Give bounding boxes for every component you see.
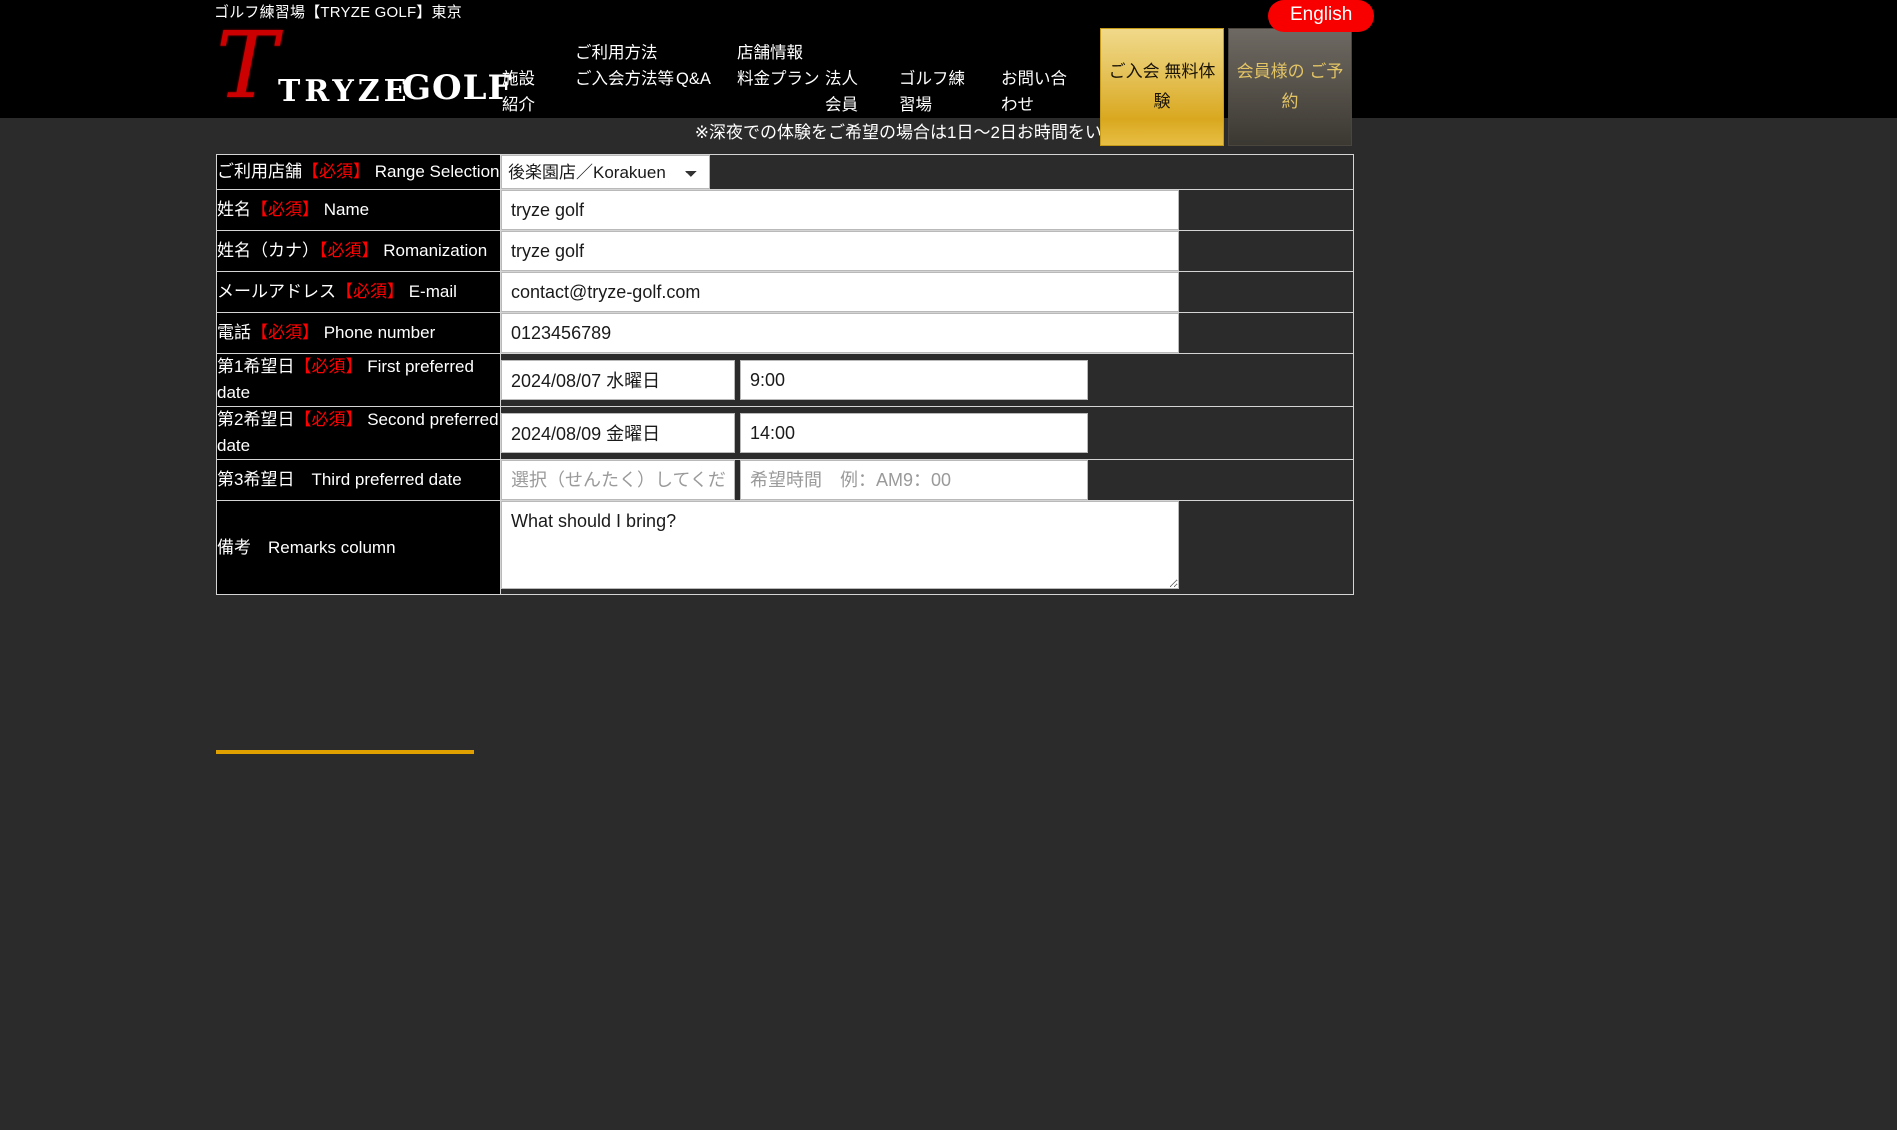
label-range-selection: ご利用店舗【必須】 Range Selection [216,154,501,190]
reservation-table: ご利用店舗【必須】 Range Selection 後楽園店／Korakuen … [216,154,1354,595]
logo-script-mark: T [216,12,278,119]
label-first-preferred-date: 第1希望日【必須】 First preferred date [216,353,501,407]
value-email [500,271,1354,313]
label-jp: 電話 [217,323,251,342]
table-row: 第1希望日【必須】 First preferred date [216,353,1354,407]
nav-item-contact[interactable]: お問い合 わせ [1001,66,1067,118]
nav-item-corporate[interactable]: 法人 会員 [825,66,858,118]
label-en: Remarks column [251,537,396,557]
email-input[interactable] [501,272,1179,312]
table-row: 備考 Remarks column [216,500,1354,595]
table-row: ご利用店舗【必須】 Range Selection 後楽園店／Korakuen [216,154,1354,190]
label-jp: ご利用店舗 [217,162,302,181]
label-jp: メールアドレス [217,282,336,301]
submit-button-top-edge[interactable] [216,750,474,754]
label-en: E-mail [404,282,457,301]
label-en: Third preferred date [294,470,462,489]
required-mark: 【必須】 [251,323,319,342]
label-jp: 姓名 [217,200,251,219]
required-mark: 【必須】 [319,241,379,260]
value-phone [500,312,1354,354]
label-phone: 電話【必須】 Phone number [216,312,501,354]
value-first-preferred-date [500,353,1354,407]
table-row: 第2希望日【必須】 Second preferred date [216,406,1354,460]
third-preferred-time-input[interactable] [740,460,1088,500]
table-row: 姓名【必須】 Name [216,189,1354,231]
label-name: 姓名【必須】 Name [216,189,501,231]
logo-golf-text: GOLF [402,68,513,108]
reservation-form: ご利用店舗【必須】 Range Selection 後楽園店／Korakuen … [0,147,1897,595]
value-second-preferred-date [500,406,1354,460]
label-third-preferred-date: 第3希望日 Third preferred date [216,459,501,501]
label-jp: 備考 [217,537,251,557]
table-row: 姓名（カナ）【必須】 Romanization [216,230,1354,272]
cta-free-trial-button[interactable]: ご入会 無料体験 [1100,28,1224,146]
second-preferred-date-input[interactable] [501,413,735,453]
table-row: 電話【必須】 Phone number [216,312,1354,354]
english-language-badge[interactable]: English [1268,0,1375,32]
required-mark: 【必須】 [294,410,363,429]
label-en: Romanization [378,241,488,260]
label-second-preferred-date: 第2希望日【必須】 Second preferred date [216,406,501,460]
date-time-group [501,360,1353,400]
first-preferred-time-input[interactable] [740,360,1088,400]
nav-item-shopinfo[interactable]: 店舗情報 料金プラン [737,40,820,92]
label-email: メールアドレス【必須】 E-mail [216,271,501,313]
label-jp: 姓名（カナ） [217,241,319,260]
site-header: ゴルフ練習場【TRYZE GOLF】東京 T TRYZE GOLF 施設 紹介 … [0,0,1897,146]
romanization-input[interactable] [501,231,1179,271]
value-range-selection: 後楽園店／Korakuen [500,154,1354,190]
cta-member-reservation-button[interactable]: 会員様の ご予約 [1228,28,1352,146]
label-en: Phone number [319,323,436,342]
value-romanization [500,230,1354,272]
site-logo[interactable]: T TRYZE GOLF [216,20,512,112]
nav-item-qa[interactable]: Q&A [676,66,711,92]
logo-tryze-text: TRYZE [278,74,411,109]
range-selection-select[interactable]: 後楽園店／Korakuen [501,155,710,189]
label-jp: 第1希望日 [217,357,295,376]
value-remarks [500,500,1354,595]
label-jp: 第2希望日 [217,410,295,429]
late-night-notice: ※深夜での体験をご希望の場合は1日～2日お時間をいただきます。 [0,118,1897,147]
phone-input[interactable] [501,313,1179,353]
value-third-preferred-date [500,459,1354,501]
required-mark: 【必須】 [302,162,370,181]
label-remarks: 備考 Remarks column [216,500,501,595]
header-inner: T TRYZE GOLF 施設 紹介 ご利用方法 ご入会方法等 Q&A 店舗情報… [0,18,1897,146]
name-input[interactable] [501,190,1179,230]
label-en: Name [319,200,370,219]
second-preferred-time-input[interactable] [740,413,1088,453]
required-mark: 【必須】 [294,357,363,376]
required-mark: 【必須】 [336,282,404,301]
nav-item-howto[interactable]: ご利用方法 ご入会方法等 [575,40,674,92]
nav-item-facility[interactable]: 施設 紹介 [502,66,535,118]
third-preferred-date-input[interactable] [501,460,735,500]
nav-item-driving-range[interactable]: ゴルフ練 習場 [899,66,965,118]
label-en: Range Selection [370,162,500,181]
value-name [500,189,1354,231]
label-jp: 第3希望日 [217,470,295,489]
first-preferred-date-input[interactable] [501,360,735,400]
label-romanization: 姓名（カナ）【必須】 Romanization [216,230,501,272]
required-mark: 【必須】 [251,200,319,219]
date-time-group [501,413,1353,453]
date-time-group [501,460,1353,500]
table-row: メールアドレス【必須】 E-mail [216,271,1354,313]
table-row: 第3希望日 Third preferred date [216,459,1354,501]
remarks-textarea[interactable] [501,501,1179,589]
